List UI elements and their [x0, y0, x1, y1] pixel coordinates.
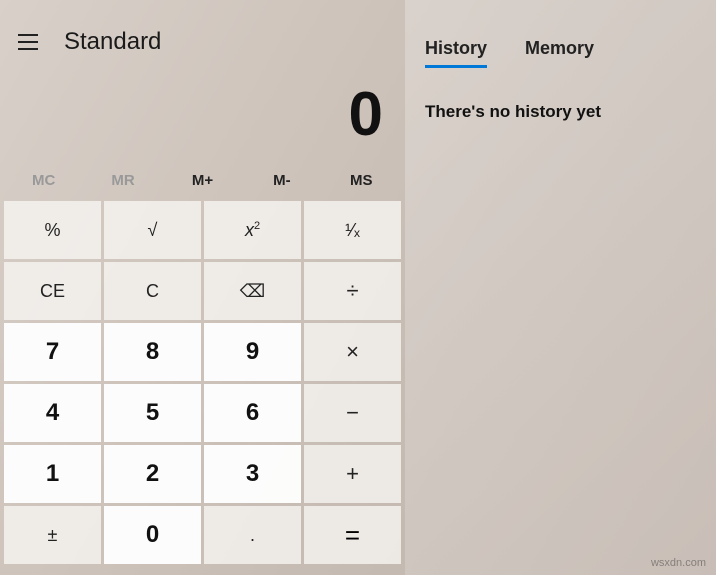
decimal-button[interactable]: . [204, 506, 301, 564]
header: Standard [0, 0, 405, 56]
digit-4-button[interactable]: 4 [4, 384, 101, 442]
digit-5-button[interactable]: 5 [104, 384, 201, 442]
sqrt-button[interactable]: √ [104, 201, 201, 259]
digit-8-button[interactable]: 8 [104, 323, 201, 381]
digit-9-button[interactable]: 9 [204, 323, 301, 381]
calculator-pane: Standard 0 MC MR M+ M- MS % √ x2 ¹⁄ₓ CE … [0, 0, 405, 575]
negate-button[interactable]: ± [4, 506, 101, 564]
divide-button[interactable]: ÷ [304, 262, 401, 320]
mode-title: Standard [64, 28, 161, 56]
memory-clear-button[interactable]: MC [4, 166, 83, 195]
percent-button[interactable]: % [4, 201, 101, 259]
menu-icon[interactable] [18, 30, 42, 54]
square-base: x [245, 220, 254, 240]
memory-plus-button[interactable]: M+ [163, 166, 242, 195]
memory-recall-button[interactable]: MR [83, 166, 162, 195]
tab-memory[interactable]: Memory [525, 38, 594, 68]
memory-row: MC MR M+ M- MS [0, 166, 405, 201]
equals-button[interactable]: = [304, 506, 401, 564]
digit-3-button[interactable]: 3 [204, 445, 301, 503]
digit-2-button[interactable]: 2 [104, 445, 201, 503]
digit-0-button[interactable]: 0 [104, 506, 201, 564]
watermark: wsxdn.com [651, 557, 706, 569]
digit-6-button[interactable]: 6 [204, 384, 301, 442]
digit-7-button[interactable]: 7 [4, 323, 101, 381]
panel-tabs: History Memory [425, 38, 696, 68]
square-exp: 2 [254, 220, 260, 232]
square-button[interactable]: x2 [204, 201, 301, 259]
memory-store-button[interactable]: MS [322, 166, 401, 195]
keypad: % √ x2 ¹⁄ₓ CE C ⌫ ÷ 7 8 9 × 4 5 6 − 1 2 … [0, 201, 405, 564]
backspace-icon: ⌫ [240, 281, 265, 302]
result-display: 0 [0, 56, 405, 166]
plus-button[interactable]: + [304, 445, 401, 503]
history-empty-message: There's no history yet [425, 102, 696, 122]
minus-button[interactable]: − [304, 384, 401, 442]
multiply-button[interactable]: × [304, 323, 401, 381]
tab-history[interactable]: History [425, 38, 487, 68]
backspace-button[interactable]: ⌫ [204, 262, 301, 320]
reciprocal-button[interactable]: ¹⁄ₓ [304, 201, 401, 259]
memory-minus-button[interactable]: M- [242, 166, 321, 195]
digit-1-button[interactable]: 1 [4, 445, 101, 503]
clear-entry-button[interactable]: CE [4, 262, 101, 320]
side-panel: History Memory There's no history yet [405, 0, 716, 575]
clear-button[interactable]: C [104, 262, 201, 320]
